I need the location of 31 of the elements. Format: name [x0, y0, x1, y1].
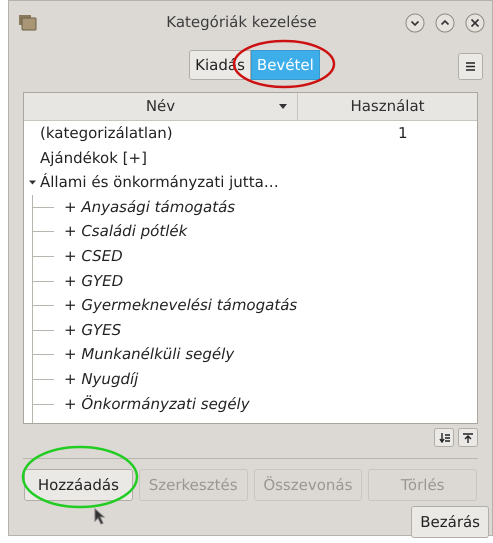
usage-count: 1 — [398, 123, 408, 144]
collapse-all-icon — [463, 432, 473, 442]
category-name[interactable]: + GYED — [64, 270, 124, 292]
category-name[interactable]: + Munkanélküli segély — [64, 343, 234, 366]
close-button[interactable]: Bezárás — [411, 506, 489, 538]
close-icon[interactable] — [465, 12, 485, 32]
maximize-icon[interactable] — [435, 12, 455, 32]
folders-icon — [18, 14, 38, 32]
action-button[interactable]: Hozzáadás — [24, 469, 133, 501]
category-name[interactable]: + Családi pótlék — [64, 220, 188, 243]
expanded-arrow-icon[interactable] — [28, 178, 36, 186]
expand-all-icon — [438, 432, 450, 442]
category-name[interactable]: + Anyasági támogatás — [64, 196, 236, 218]
window-title: Kategóriák kezelése — [165, 12, 318, 34]
minimize-icon[interactable] — [405, 12, 425, 32]
sort-icon — [279, 104, 287, 109]
category-name[interactable]: + CSED — [64, 245, 123, 268]
cursor-icon — [94, 508, 106, 525]
category-name[interactable]: + Önkormányzati segély — [64, 392, 250, 416]
category-name[interactable]: + Nyugdíj — [64, 368, 138, 390]
menu-icon — [466, 62, 475, 71]
menu-button[interactable] — [458, 53, 483, 80]
column-header[interactable]: Használat — [298, 93, 477, 120]
category-name[interactable]: + Gyermeknevelési támogatás — [64, 294, 298, 317]
category-name[interactable]: (kategorizálatlan) — [40, 122, 298, 145]
category-name[interactable]: + GYES — [64, 318, 122, 342]
column-header[interactable]: Név — [24, 93, 298, 120]
collapse-all-button[interactable] — [458, 428, 478, 447]
category-name[interactable]: Állami és önkormányzati jutta… — [40, 171, 298, 194]
category-name[interactable]: Ajándékok [+] — [40, 146, 298, 170]
expand-all-button[interactable] — [434, 428, 454, 447]
